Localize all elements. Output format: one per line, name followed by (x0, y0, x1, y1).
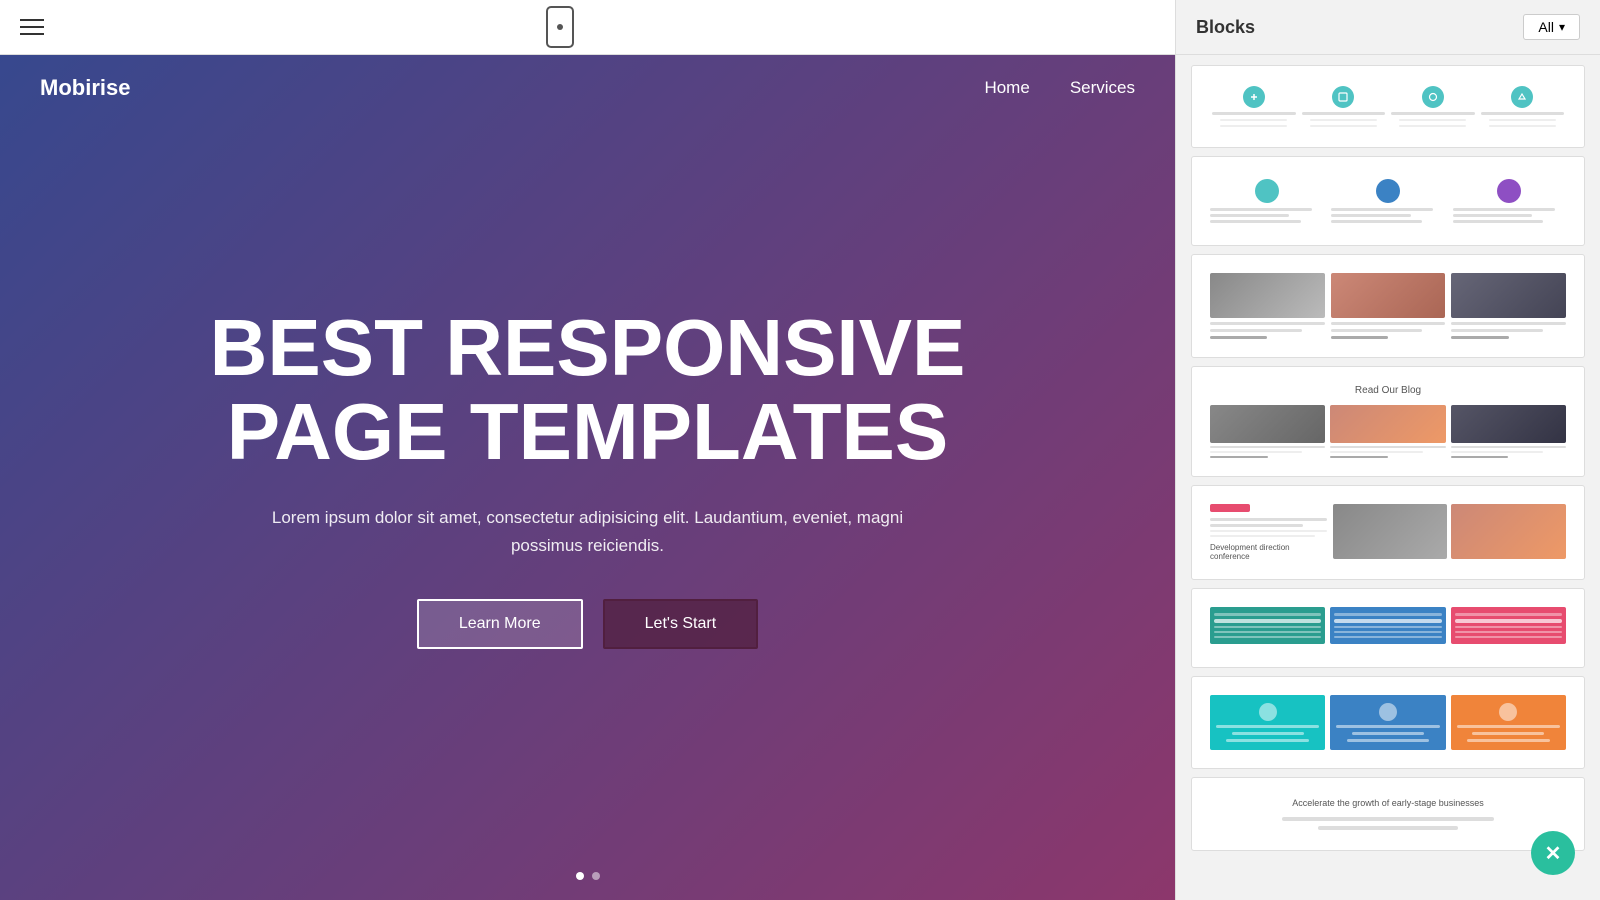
block1-icon-1 (1243, 86, 1265, 108)
blocks-panel: Blocks All (1175, 0, 1600, 900)
nav-home[interactable]: Home (984, 78, 1029, 98)
hero-title-line1: BEST RESPONSIVE (210, 303, 966, 392)
block2-item-3 (1453, 179, 1566, 223)
block4-card-3 (1451, 405, 1566, 458)
block-thumb-4[interactable]: Read Our Blog (1191, 366, 1585, 477)
hero-content: BEST RESPONSIVE PAGE TEMPLATES Lorem ips… (130, 306, 1046, 648)
lets-start-button[interactable]: Let's Start (603, 599, 759, 649)
block8-cta-text: Accelerate the growth of early-stage bus… (1212, 798, 1564, 808)
block1-icon-2 (1332, 86, 1354, 108)
hero-title: BEST RESPONSIVE PAGE TEMPLATES (210, 306, 966, 474)
block7-item-1 (1210, 695, 1325, 750)
block-thumb-5[interactable]: Development direction conference (1191, 485, 1585, 580)
filter-all-button[interactable]: All (1523, 14, 1580, 40)
block2-item-2 (1331, 179, 1444, 223)
hero-buttons: Learn More Let's Start (210, 599, 966, 649)
block4-card-2 (1330, 405, 1445, 458)
block-thumb-3[interactable] (1191, 254, 1585, 358)
block7-item-2 (1330, 695, 1445, 750)
carousel-dot-2[interactable] (592, 872, 600, 880)
block6-item-3 (1451, 607, 1566, 644)
block-thumb-8[interactable]: Accelerate the growth of early-stage bus… (1191, 777, 1585, 851)
close-panel-button[interactable]: ✕ (1531, 831, 1575, 875)
block5-title-text: Development direction conference (1210, 543, 1327, 561)
block1-item-1 (1212, 86, 1296, 127)
hamburger-menu[interactable] (20, 19, 44, 35)
panel-header: Blocks All (1176, 0, 1600, 55)
panel-title: Blocks (1196, 17, 1255, 38)
block1-item-3 (1391, 86, 1475, 127)
block5-badge (1210, 504, 1250, 512)
block-thumb-7[interactable] (1191, 676, 1585, 769)
block5-images-area (1333, 504, 1566, 561)
block3-card-2 (1331, 273, 1446, 339)
block6-item-2 (1330, 607, 1445, 644)
block5-text-area: Development direction conference (1210, 504, 1327, 561)
hero-title-line2: PAGE TEMPLATES (227, 387, 949, 476)
block1-item-4 (1481, 86, 1565, 127)
top-bar (0, 0, 1175, 55)
nav-services[interactable]: Services (1070, 78, 1135, 98)
block1-item-2 (1302, 86, 1386, 127)
block-thumb-2[interactable] (1191, 156, 1585, 246)
block6-item-1 (1210, 607, 1325, 644)
block7-item-3 (1451, 695, 1566, 750)
block-thumb-6[interactable] (1191, 588, 1585, 668)
site-logo: Mobirise (40, 75, 130, 101)
block1-icon-3 (1422, 86, 1444, 108)
hero-section: Mobirise Home Services BEST RESPONSIVE P… (0, 55, 1175, 900)
block3-card-3 (1451, 273, 1566, 339)
hero-subtitle: Lorem ipsum dolor sit amet, consectetur … (238, 504, 938, 558)
block-thumb-1[interactable] (1191, 65, 1585, 148)
hero-carousel-dots (576, 872, 600, 880)
close-icon: ✕ (1545, 841, 1562, 866)
block1-icon-4 (1511, 86, 1533, 108)
block4-card-1 (1210, 405, 1325, 458)
mobile-preview-toggle[interactable] (546, 6, 574, 48)
blocks-list[interactable]: Read Our Blog (1176, 55, 1600, 900)
phone-icon (546, 6, 574, 48)
carousel-dot-1[interactable] (576, 872, 584, 880)
nav-links: Home Services (984, 78, 1135, 98)
learn-more-button[interactable]: Learn More (417, 599, 583, 649)
block4-header-text: Read Our Blog (1210, 385, 1566, 396)
block3-card-1 (1210, 273, 1325, 339)
hero-nav: Mobirise Home Services (0, 55, 1175, 121)
block2-item-1 (1210, 179, 1323, 223)
